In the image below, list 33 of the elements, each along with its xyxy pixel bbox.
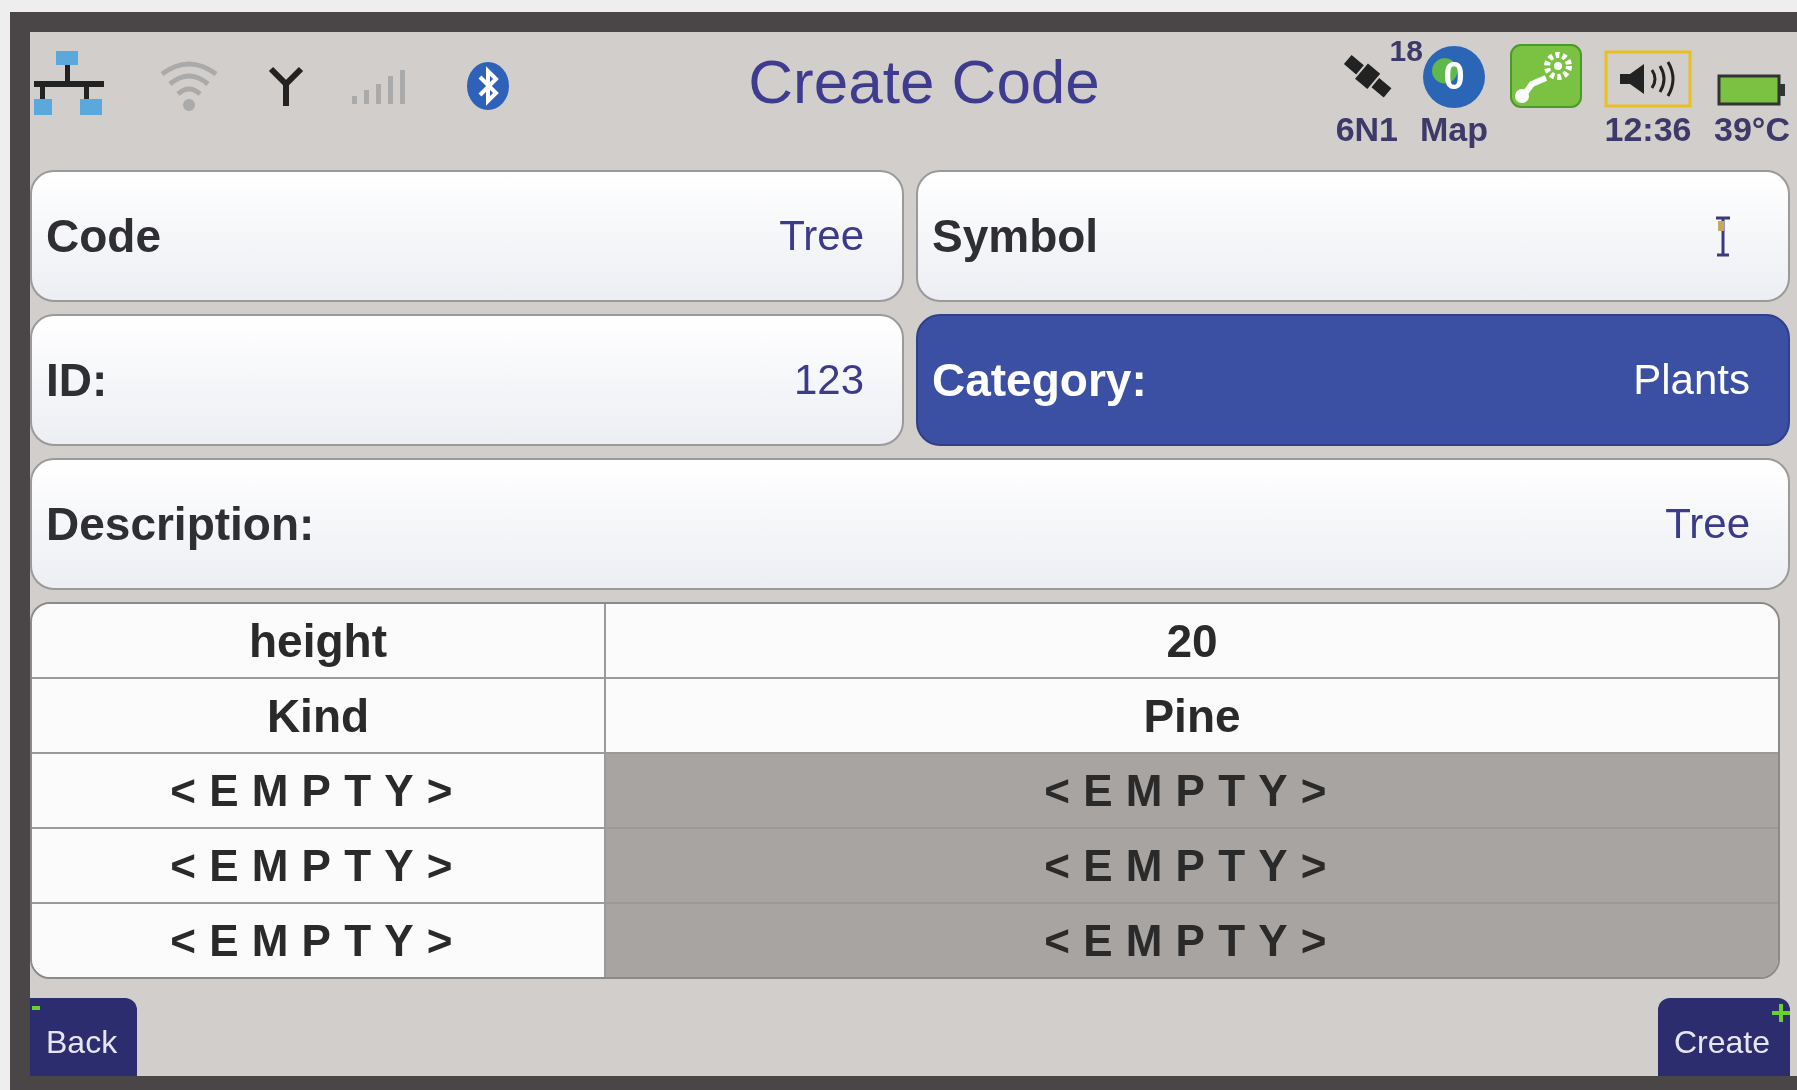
table-cell[interactable]: height [32,604,604,677]
field-value: 123 [793,356,864,404]
globe-button[interactable]: 0 [1423,45,1486,108]
field-label: Symbol [932,209,1099,263]
plus-icon [1772,1004,1790,1022]
field-label: ID: [46,353,108,407]
gears-icon[interactable] [1510,43,1583,108]
field-value: Plants [1633,356,1750,404]
speaker-icon[interactable] [1604,49,1693,108]
temperature-label: 39°C [1714,109,1790,149]
satellite-label: 6N1 [1335,109,1399,149]
field-value: Tree [779,212,864,260]
screen-title: Create Code [748,46,1100,117]
minus-icon [32,1006,40,1010]
form-field[interactable]: Code Tree [30,170,904,302]
form-field[interactable]: Description: Tree [30,458,1790,590]
field-value: Tree [1665,500,1750,548]
clock-time: 12:36 [1604,109,1692,149]
table-cell[interactable]: Kind [32,679,604,752]
form-field[interactable]: Category: Plants [916,314,1790,446]
form-field[interactable]: Symbol [916,170,1790,302]
table-cell[interactable]: Pine [604,679,1778,752]
map-label: Map [1420,109,1489,149]
bluetooth-icon[interactable] [466,61,510,111]
back-button[interactable]: Back [30,998,138,1076]
table-cell[interactable]: 20 [604,604,1778,677]
form-field[interactable]: ID: 123 [30,314,904,446]
field-label: Code [46,209,161,263]
satellite-count: 18 [1389,33,1423,68]
field-label: Category: [932,353,1147,407]
create-button[interactable]: Create [1657,998,1790,1076]
antenna-icon[interactable] [268,66,304,106]
field-label: Description: [46,497,315,551]
